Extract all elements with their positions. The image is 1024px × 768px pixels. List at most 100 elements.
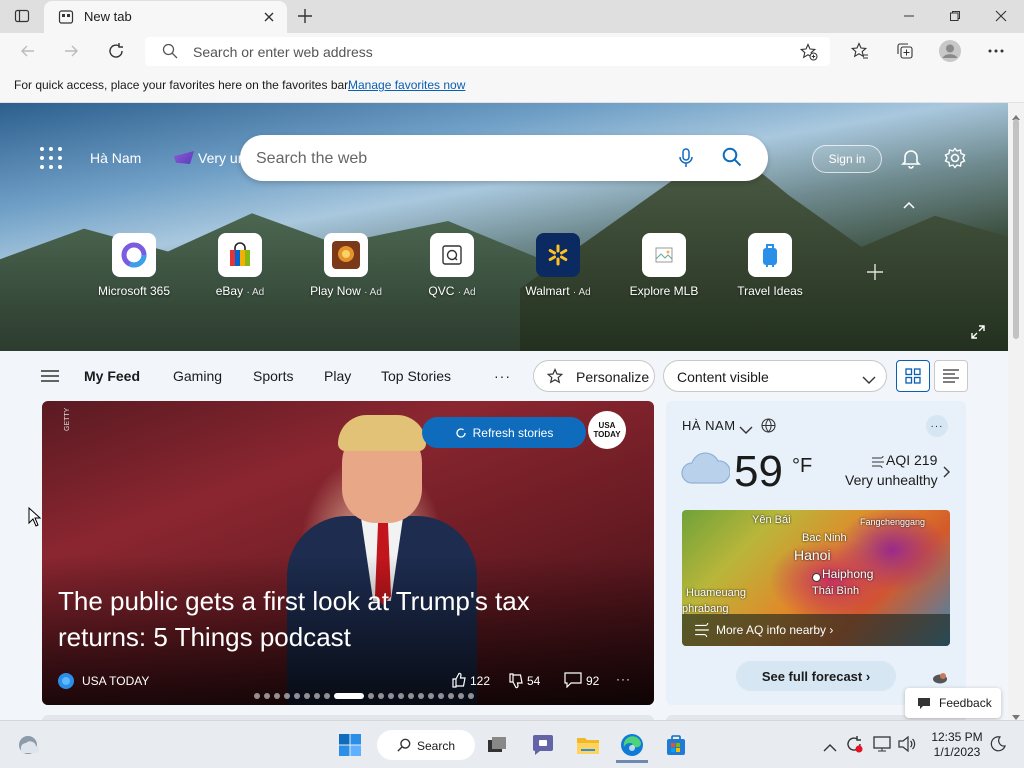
story-source[interactable]: USA TODAY — [82, 674, 149, 688]
feed-tab-sports[interactable]: Sports — [253, 368, 293, 384]
teams-chat-icon[interactable] — [527, 729, 559, 761]
top-story-card[interactable]: GETTY Refresh stories USA TODAY The publi… — [42, 401, 654, 705]
file-explorer-icon[interactable] — [572, 729, 604, 761]
feed-tab-my-feed[interactable]: My Feed — [84, 368, 140, 384]
collections-icon[interactable] — [890, 36, 920, 66]
feed-tab-play[interactable]: Play — [324, 368, 351, 384]
page-settings-gear-icon[interactable] — [944, 147, 966, 174]
microsoft-store-icon[interactable] — [660, 729, 692, 761]
carousel-dot[interactable] — [334, 693, 364, 699]
tab-actions-icon[interactable] — [14, 8, 30, 29]
chevron-right-icon[interactable] — [943, 465, 951, 483]
task-view-icon[interactable] — [481, 729, 513, 761]
profile-avatar[interactable] — [935, 36, 965, 66]
new-tab-button[interactable] — [296, 7, 314, 30]
quicklink-qvc[interactable]: QVC · Ad — [402, 233, 502, 298]
add-quicklink-plus-icon[interactable] — [865, 262, 885, 287]
carousel-dot[interactable] — [304, 693, 310, 699]
weather-more-button[interactable]: ··· — [926, 415, 948, 437]
carousel-dot[interactable] — [284, 693, 290, 699]
feedback-button[interactable]: Feedback — [905, 688, 1001, 718]
carousel-dot[interactable] — [418, 693, 424, 699]
close-tab-icon[interactable] — [262, 10, 276, 29]
quicklink-explore-mlb[interactable]: Explore MLB — [614, 233, 714, 298]
refresh-stories-button[interactable]: Refresh stories — [422, 417, 586, 448]
carousel-dot[interactable] — [314, 693, 320, 699]
carousel-dot[interactable] — [458, 693, 464, 699]
carousel-dot[interactable] — [368, 693, 374, 699]
network-sync-icon[interactable] — [845, 735, 863, 758]
carousel-dot[interactable] — [408, 693, 414, 699]
carousel-dot[interactable] — [428, 693, 434, 699]
weather-card[interactable]: HÀ NAM ··· 59 °F AQI 219 Very unhealthy … — [666, 401, 966, 705]
comment-icon[interactable] — [564, 672, 582, 691]
tab-new-tab[interactable]: New tab — [44, 1, 287, 33]
refresh-button[interactable] — [101, 36, 131, 66]
scrollbar-thumb[interactable] — [1013, 119, 1019, 339]
carousel-dot[interactable] — [378, 693, 384, 699]
location-label[interactable]: Hà Nam — [90, 150, 141, 166]
story-headline[interactable]: The public gets a first look at Trump's … — [58, 583, 618, 655]
forward-button[interactable] — [56, 36, 86, 66]
sign-in-button[interactable]: Sign in — [812, 145, 882, 173]
quicklink-microsoft-365[interactable]: Microsoft 365 — [84, 233, 184, 298]
carousel-dot[interactable] — [274, 693, 280, 699]
app-launcher-icon[interactable] — [40, 147, 62, 169]
collapse-chevron-up-icon[interactable] — [902, 197, 916, 215]
feed-tab-top-stories[interactable]: Top Stories — [381, 368, 451, 384]
quicklink-play-now[interactable]: Play Now · Ad — [296, 233, 396, 298]
see-full-forecast-button[interactable]: See full forecast › — [736, 661, 896, 691]
taskbar-clock[interactable]: 12:35 PM 1/1/2023 — [925, 730, 989, 760]
hamburger-menu-icon[interactable] — [41, 369, 59, 388]
edge-browser-icon[interactable] — [616, 729, 648, 763]
feed-tab-gaming[interactable]: Gaming — [173, 368, 222, 384]
display-network-icon[interactable] — [873, 736, 891, 757]
search-submit-icon[interactable] — [722, 147, 742, 172]
focus-moon-icon[interactable] — [990, 736, 1006, 757]
story-more-button[interactable]: ··· — [616, 672, 631, 686]
address-bar[interactable]: Search or enter web address — [145, 37, 830, 66]
chevron-down-icon[interactable] — [739, 422, 753, 440]
show-hidden-icons-chevron-up-icon[interactable] — [823, 739, 837, 757]
carousel-dot[interactable] — [294, 693, 300, 699]
grid-view-button[interactable] — [896, 360, 930, 392]
more-aq-info-link[interactable]: More AQ info nearby › — [682, 614, 950, 646]
like-icon[interactable] — [451, 672, 467, 691]
add-favorite-icon[interactable] — [799, 43, 818, 66]
carousel-dot[interactable] — [264, 693, 270, 699]
web-search-box[interactable]: Search the web — [240, 135, 768, 181]
carousel-pagination[interactable] — [254, 693, 474, 699]
back-button[interactable] — [13, 36, 43, 66]
dislike-icon[interactable] — [508, 673, 524, 692]
close-window-button[interactable] — [978, 0, 1024, 32]
carousel-dot[interactable] — [438, 693, 444, 699]
personalize-button[interactable]: Personalize — [533, 360, 655, 392]
temperature-unit[interactable]: °F — [792, 455, 812, 478]
carousel-dot[interactable] — [398, 693, 404, 699]
weather-location[interactable]: HÀ NAM — [682, 418, 736, 433]
carousel-dot[interactable] — [388, 693, 394, 699]
volume-speaker-icon[interactable] — [898, 735, 916, 757]
notifications-bell-icon[interactable] — [900, 147, 922, 174]
quicklink-walmart[interactable]: Walmart · Ad — [508, 233, 608, 298]
restore-button[interactable] — [932, 0, 978, 32]
minimize-button[interactable] — [886, 0, 932, 32]
taskbar-search[interactable]: Search — [377, 730, 475, 760]
expand-background-icon[interactable] — [970, 324, 986, 345]
quicklink-travel-ideas[interactable]: Travel Ideas — [720, 233, 820, 298]
widgets-weather-icon[interactable] — [12, 729, 44, 761]
carousel-dot[interactable] — [448, 693, 454, 699]
manage-favorites-link[interactable]: Manage favorites now — [348, 78, 465, 92]
carousel-dot[interactable] — [324, 693, 330, 699]
air-quality-map[interactable]: Yên Bái Bac Ninh Fangchenggang Hanoi Hai… — [682, 510, 950, 646]
carousel-dot[interactable] — [468, 693, 474, 699]
settings-more-icon[interactable] — [981, 36, 1011, 66]
microphone-icon[interactable] — [678, 148, 694, 173]
feed-more-button[interactable]: ··· — [494, 368, 511, 384]
list-view-button[interactable] — [934, 360, 968, 392]
start-windows-icon[interactable] — [334, 729, 366, 761]
favorites-icon[interactable] — [845, 36, 875, 66]
quicklink-ebay[interactable]: eBay · Ad — [190, 233, 290, 298]
content-visibility-select[interactable]: Content visible — [663, 360, 887, 392]
location-globe-icon[interactable] — [761, 418, 776, 438]
